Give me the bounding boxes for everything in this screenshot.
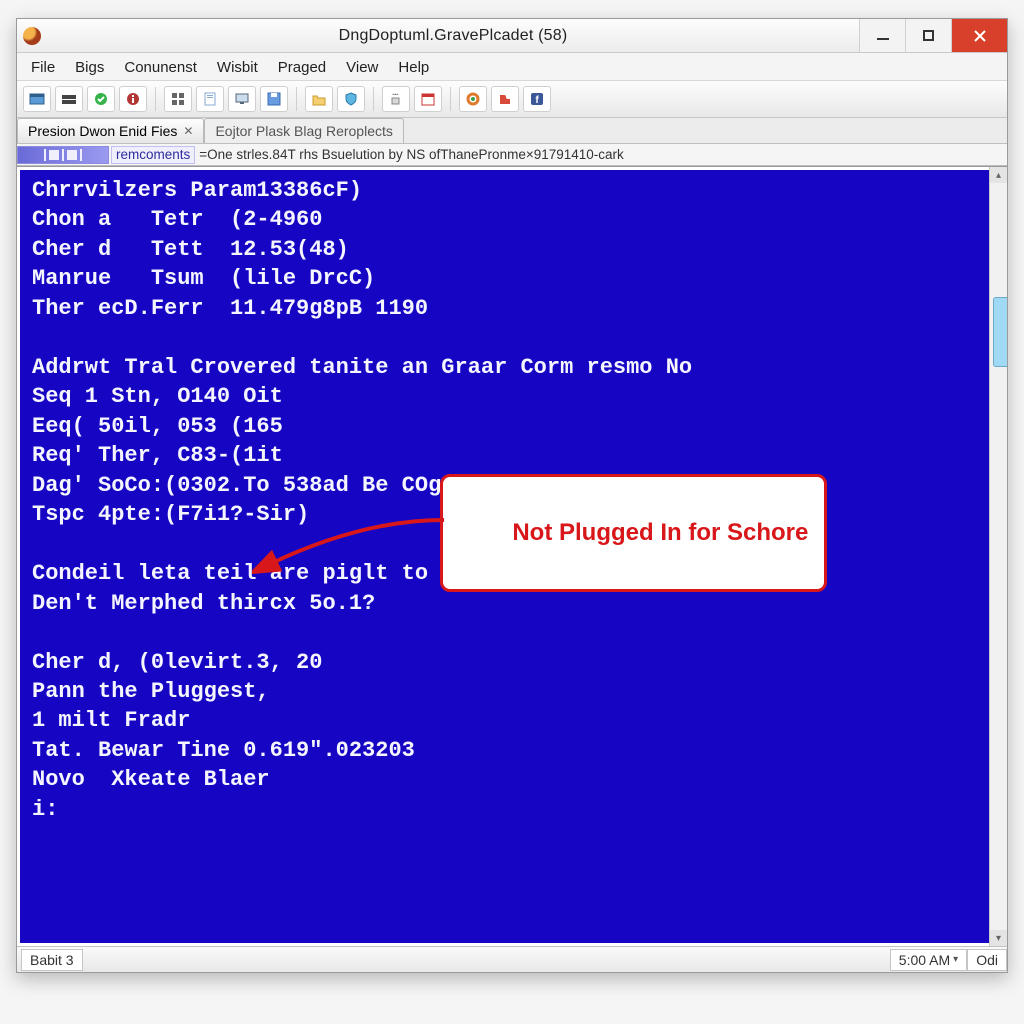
facebook-icon: f (529, 91, 545, 107)
toolbar-sep-3 (373, 87, 374, 111)
console-line: Eeq( 50il, 053 (165 (32, 412, 977, 441)
maximize-button[interactable] (905, 19, 951, 52)
menu-file[interactable]: File (27, 57, 59, 78)
tab-label: Presion Dwon Enid Fies (28, 123, 177, 139)
toolbar-button-13[interactable] (459, 86, 487, 112)
toolbar-button-5[interactable] (164, 86, 192, 112)
tab-close-icon[interactable]: ✕ (183, 124, 193, 138)
console-line: Novo Xkeate Blaer (32, 765, 977, 794)
app-icon (23, 27, 41, 45)
toolbar-button-4[interactable] (119, 86, 147, 112)
status-time[interactable]: 5:00 AM ▾ (890, 949, 967, 971)
toolbar: f (17, 81, 1007, 118)
header-label[interactable]: remcoments (111, 146, 195, 164)
floppy-icon (266, 91, 282, 107)
dropdown-caret-icon: ▾ (953, 954, 958, 965)
console-line (32, 323, 977, 352)
console-line: 1 milt Fradr (32, 706, 977, 735)
window-icon (29, 91, 45, 107)
callout-arrow (252, 502, 452, 582)
toolbar-button-8[interactable] (260, 86, 288, 112)
minimize-button[interactable] (859, 19, 905, 52)
status-time-text: 5:00 AM (899, 952, 950, 968)
drive-icon (61, 91, 77, 107)
console-line: Addrwt Tral Crovered tanite an Graar Cor… (32, 353, 977, 382)
header-mini-toolbar[interactable] (17, 146, 109, 164)
check-icon (93, 91, 109, 107)
shield-icon (343, 91, 359, 107)
application-window: DngDoptuml.GravePlcadet (58) File Bigs C… (16, 18, 1008, 973)
menu-praged[interactable]: Praged (274, 57, 330, 78)
console-line: Manrue Tsum (lile DrcC) (32, 264, 977, 293)
toolbar-sep-4 (450, 87, 451, 111)
scrollbar[interactable]: ▴ ▾ (989, 167, 1007, 946)
toolbar-button-7[interactable] (228, 86, 256, 112)
window-shadow: DngDoptuml.GravePlcadet (58) File Bigs C… (16, 18, 1008, 973)
window-title: DngDoptuml.GravePlcadet (58) (47, 27, 859, 45)
window-controls (859, 19, 1007, 52)
calendar-icon (420, 91, 436, 107)
console-line: Chon a Tetr (2-4960 (32, 205, 977, 234)
content-area: Chrrvilzers Param13386cF)Chon a Tetr (2-… (17, 166, 1007, 946)
cup-icon (388, 91, 404, 107)
header-row: remcoments =One strles.84T rhs Bsuelutio… (17, 144, 1007, 166)
console-line: Cher d, (0levirt.3, 20 (32, 648, 977, 677)
callout-text: Not Plugged In for Schore (512, 519, 808, 546)
console-line: Ther ecD.Ferr 11.479g8pB 1190 (32, 294, 977, 323)
console-line: i: (32, 795, 977, 824)
console-line: Den't Merphed thircx 5o.1? (32, 589, 977, 618)
folder-icon (311, 91, 327, 107)
toolbar-button-3[interactable] (87, 86, 115, 112)
toolbar-button-14[interactable] (491, 86, 519, 112)
status-right-text: Odi (976, 952, 998, 968)
puzzle-icon (497, 91, 513, 107)
console-line: Seq 1 Stn, O140 Oit (32, 382, 977, 411)
close-button[interactable] (951, 19, 1007, 52)
tab-active[interactable]: Presion Dwon Enid Fies ✕ (17, 118, 204, 143)
status-left[interactable]: Babit 3 (21, 949, 83, 971)
monitor-icon (234, 91, 250, 107)
toolbar-button-1[interactable] (23, 86, 51, 112)
menu-view[interactable]: View (342, 57, 382, 78)
console-line: Tat. Bewar Tine 0.619".023203 (32, 736, 977, 765)
toolbar-button-10[interactable] (337, 86, 365, 112)
grid-icon (170, 91, 186, 107)
toolbar-button-15[interactable]: f (523, 86, 551, 112)
header-path: =One strles.84T rhs Bsuelution by NS ofT… (199, 147, 1003, 162)
console-line: Cher d Tett 12.53(48) (32, 235, 977, 264)
tab-inactive[interactable]: Eojtor Plask Blag Reroplects (204, 118, 403, 143)
callout-bubble: Not Plugged In for Schore (440, 474, 827, 592)
menubar: File Bigs Conunenst Wisbit Praged View H… (17, 53, 1007, 81)
scroll-up-button[interactable]: ▴ (990, 167, 1007, 183)
toolbar-button-6[interactable] (196, 86, 224, 112)
statusbar: Babit 3 5:00 AM ▾ Odi (17, 946, 1007, 972)
toolbar-button-9[interactable] (305, 86, 333, 112)
page-icon (202, 91, 218, 107)
toolbar-button-12[interactable] (414, 86, 442, 112)
side-tag[interactable] (993, 297, 1007, 367)
status-left-text: Babit 3 (30, 952, 74, 968)
info-icon (125, 91, 141, 107)
scroll-down-button[interactable]: ▾ (990, 930, 1007, 946)
console-line: Pann the Pluggest, (32, 677, 977, 706)
console-line: Chrrvilzers Param13386cF) (32, 176, 977, 205)
tab-label: Eojtor Plask Blag Reroplects (215, 123, 392, 139)
titlebar[interactable]: DngDoptuml.GravePlcadet (58) (17, 19, 1007, 53)
menu-wisbit[interactable]: Wisbit (213, 57, 262, 78)
toolbar-sep-2 (296, 87, 297, 111)
console-line (32, 618, 977, 647)
toolbar-sep-1 (155, 87, 156, 111)
console-output[interactable]: Chrrvilzers Param13386cF)Chon a Tetr (2-… (17, 167, 989, 946)
status-right[interactable]: Odi (967, 949, 1007, 971)
toolbar-button-2[interactable] (55, 86, 83, 112)
gear-color-icon (465, 91, 481, 107)
tabbar: Presion Dwon Enid Fies ✕ Eojtor Plask Bl… (17, 118, 1007, 144)
menu-bigs[interactable]: Bigs (71, 57, 108, 78)
menu-help[interactable]: Help (394, 57, 433, 78)
menu-conunenst[interactable]: Conunenst (120, 57, 201, 78)
console-line: Req' Ther, C83-(1it (32, 441, 977, 470)
close-icon (973, 29, 987, 43)
toolbar-button-11[interactable] (382, 86, 410, 112)
